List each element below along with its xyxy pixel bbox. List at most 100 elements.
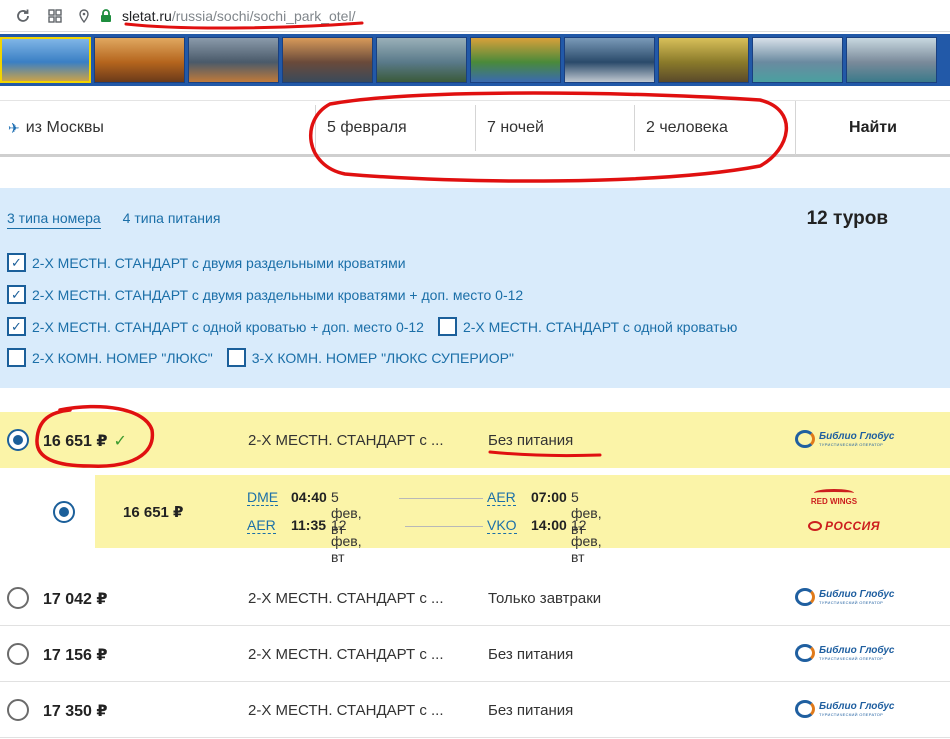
option-row: ✓ 2-Х МЕСТН. СТАНДАРТ с двумя раздельными…	[7, 253, 420, 272]
operator-logo: Библио Глобус ТУРИСТИЧЕСКИЙ ОПЕРАТОР	[795, 430, 894, 448]
tour-row[interactable]: 17 042 ₽ 2-Х МЕСТН. СТАНДАРТ с ... Тольк…	[0, 570, 950, 626]
room-option[interactable]: ✓ 2-Х МЕСТН. СТАНДАРТ с двумя раздельными…	[7, 253, 406, 272]
room-option-label: 2-Х КОМН. НОМЕР "ЛЮКС"	[32, 349, 213, 366]
departure-date: 12 фев, вт	[331, 517, 362, 565]
address-bar[interactable]: sletat.ru/russia/sochi/sochi_park_otel/	[76, 3, 950, 29]
tab-room-types[interactable]: 3 типа номера	[7, 210, 101, 229]
meal-type: Только завтраки	[488, 590, 602, 607]
tour-row[interactable]: 17 156 ₽ 2-Х МЕСТН. СТАНДАРТ с ... Без п…	[0, 626, 950, 682]
tours-count: 12 туров	[806, 208, 888, 229]
tour-price: 17 156 ₽	[43, 647, 108, 664]
tour-price-value: 16 651 ₽	[43, 433, 108, 450]
tour-price: 16 651 ₽ ✓	[43, 431, 127, 451]
checkbox[interactable]	[437, 317, 457, 336]
lock-icon	[98, 8, 114, 24]
apps-grid-icon[interactable]	[44, 5, 66, 27]
airline-name: РОССИЯ	[825, 519, 881, 533]
photo-thumbnail[interactable]	[94, 37, 185, 83]
photo-thumbnail[interactable]	[376, 37, 467, 83]
find-button[interactable]: Найти	[795, 101, 950, 155]
room-option[interactable]: ✓ 2-Х МЕСТН. СТАНДАРТ с двумя раздельными…	[7, 285, 523, 304]
radio-unselected[interactable]	[7, 699, 29, 721]
tour-price: 17 350 ₽	[43, 703, 108, 720]
nights-field[interactable]: 7 ночей	[475, 101, 635, 155]
room-type: 2-Х МЕСТН. СТАНДАРТ с ...	[248, 702, 444, 719]
operator-sub: ТУРИСТИЧЕСКИЙ ОПЕРАТОР	[819, 600, 884, 605]
room-option[interactable]: 2-Х МЕСТН. СТАНДАРТ с одной кроватью	[437, 317, 738, 336]
checkmark-icon: ✓	[113, 433, 127, 450]
operator-logo: Библио Глобус ТУРИСТИЧЕСКИЙ ОПЕРАТОР	[795, 588, 894, 606]
date-value: 5 февраля	[327, 119, 407, 136]
photo-thumbnail[interactable]	[564, 37, 655, 83]
room-option-label: 2-Х МЕСТН. СТАНДАРТ с двумя раздельными …	[32, 254, 406, 271]
room-option[interactable]: 3-Х КОМН. НОМЕР "ЛЮКС СУПЕРИОР"	[226, 348, 514, 367]
operator-name: Библио Глобус	[819, 701, 895, 712]
departure-time: 04:40	[291, 489, 327, 505]
checkbox[interactable]: ✓	[7, 285, 26, 304]
tour-price: 17 042 ₽	[43, 591, 108, 608]
departure-city-label: из Москвы	[25, 119, 104, 136]
departure-city[interactable]: ✈ из Москвы	[8, 101, 104, 155]
checkbox[interactable]: ✓	[7, 253, 26, 272]
room-option[interactable]: ✓ 2-Х МЕСТН. СТАНДАРТ с одной кроватью + …	[7, 317, 424, 336]
operator-sub: ТУРИСТИЧЕСКИЙ ОПЕРАТОР	[819, 712, 884, 717]
operator-mark-icon	[795, 644, 815, 662]
airport-code[interactable]: VKO	[487, 517, 517, 534]
url-domain: sletat.ru	[122, 8, 172, 24]
people-field[interactable]: 2 человека	[634, 101, 794, 155]
photo-thumbnail[interactable]	[282, 37, 373, 83]
operator-sub: ТУРИСТИЧЕСКИЙ ОПЕРАТОР	[819, 442, 884, 447]
flight-price: 16 651 ₽	[123, 504, 184, 521]
room-type: 2-Х МЕСТН. СТАНДАРТ с ...	[248, 646, 444, 663]
operator-logo: Библио Глобус ТУРИСТИЧЕСКИЙ ОПЕРАТОР	[795, 644, 894, 662]
airline-name: RED WINGS	[810, 497, 858, 506]
url-path: /russia/sochi/sochi_park_otel/	[171, 8, 356, 24]
meal-type: Без питания	[488, 432, 574, 449]
photo-thumbnail[interactable]	[846, 37, 937, 83]
airport-code[interactable]: DME	[247, 489, 279, 506]
room-option-label: 2-Х МЕСТН. СТАНДАРТ с одной кроватью	[462, 318, 738, 335]
photo-thumbnail[interactable]	[188, 37, 279, 83]
room-type: 2-Х МЕСТН. СТАНДАРТ с ...	[248, 432, 444, 449]
photo-thumbnail[interactable]	[658, 37, 749, 83]
tour-row[interactable]: 17 350 ₽ 2-Х МЕСТН. СТАНДАРТ с ... Без п…	[0, 682, 950, 738]
room-option-label: 2-Х МЕСТН. СТАНДАРТ с двумя раздельными …	[32, 286, 524, 303]
red-wings-logo: RED WINGS	[808, 489, 860, 506]
route-line	[399, 498, 483, 499]
date-field[interactable]: 5 февраля	[315, 101, 475, 155]
flight-radio-selected[interactable]	[53, 501, 75, 523]
plane-icon: ✈	[8, 119, 20, 136]
operator-logo: Библио Глобус ТУРИСТИЧЕСКИЙ ОПЕРАТОР	[795, 700, 894, 718]
radio-unselected[interactable]	[7, 643, 29, 665]
filter-tabs: 3 типа номера 4 типа питания	[7, 210, 242, 229]
wing-icon	[814, 489, 854, 497]
room-option[interactable]: 2-Х КОМН. НОМЕР "ЛЮКС"	[7, 348, 213, 367]
room-filter-panel: 3 типа номера 4 типа питания 12 туров ✓ 2…	[0, 188, 950, 388]
photo-thumbnail[interactable]	[752, 37, 843, 83]
checkbox[interactable]	[7, 348, 26, 367]
arrival-time: 14:00	[531, 517, 567, 533]
radio-selected[interactable]	[7, 429, 29, 451]
arrival-date: 12 фев, вт	[571, 517, 602, 565]
airport-code[interactable]: AER	[247, 517, 276, 534]
photo-thumbnail[interactable]	[0, 37, 91, 83]
tab-meal-types[interactable]: 4 типа питания	[123, 210, 221, 229]
checkbox[interactable]: ✓	[7, 317, 26, 336]
operator-mark-icon	[795, 430, 815, 448]
operator-name: Библио Глобус	[819, 431, 895, 442]
arrival-time: 07:00	[531, 489, 567, 505]
url-text: sletat.ru/russia/sochi/sochi_park_otel/	[122, 8, 355, 24]
operator-name: Библио Глобус	[819, 645, 895, 656]
route-line	[405, 526, 483, 527]
room-option-label: 3-Х КОМН. НОМЕР "ЛЮКС СУПЕРИОР"	[251, 349, 514, 366]
option-row: ✓ 2-Х МЕСТН. СТАНДАРТ с одной кроватью + …	[7, 317, 751, 336]
reload-icon[interactable]	[12, 5, 34, 27]
browser-toolbar: sletat.ru/russia/sochi/sochi_park_otel/	[0, 0, 950, 32]
operator-mark-icon	[795, 588, 815, 606]
photo-thumbnail[interactable]	[470, 37, 561, 83]
room-option-label: 2-Х МЕСТН. СТАНДАРТ с одной кроватью + д…	[32, 318, 424, 335]
radio-unselected[interactable]	[7, 587, 29, 609]
tour-row[interactable]: 16 651 ₽ ✓ 2-Х МЕСТН. СТАНДАРТ с ... Без …	[0, 412, 950, 468]
airport-code[interactable]: AER	[487, 489, 516, 506]
checkbox[interactable]	[226, 348, 246, 367]
